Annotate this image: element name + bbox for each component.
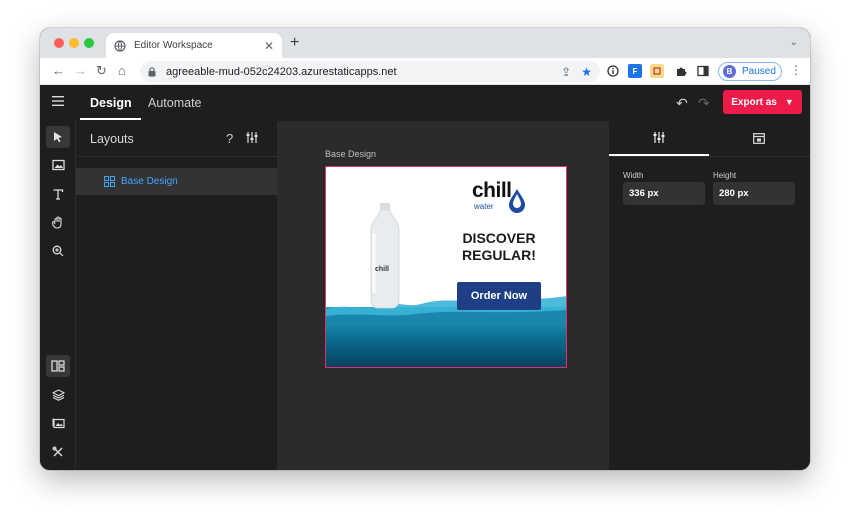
zoom-tool-icon[interactable] — [46, 240, 70, 262]
logo-text: chill — [472, 179, 512, 202]
layouts-panel-icon[interactable] — [46, 355, 70, 377]
design-label: Base Design — [325, 149, 377, 159]
width-label: Width — [623, 171, 644, 180]
tools-icon[interactable] — [46, 441, 70, 463]
water-drop-icon — [509, 189, 525, 213]
sliders-icon — [653, 132, 665, 143]
tab-automate[interactable]: Automate — [148, 96, 202, 110]
tab-bar: Editor Workspace ✕ + ⌄ — [40, 28, 810, 58]
image-tool-icon[interactable] — [46, 154, 70, 176]
minimize-window-button[interactable] — [69, 38, 79, 48]
hamburger-menu-icon[interactable] — [52, 96, 64, 106]
tab-design[interactable]: Design — [90, 96, 132, 110]
share-icon[interactable]: ⇪ — [561, 65, 571, 79]
bottle-image — [370, 203, 400, 309]
avatar: B — [723, 65, 736, 78]
tab-title: Editor Workspace — [134, 40, 213, 51]
browser-window: Editor Workspace ✕ + ⌄ ← → ↻ ⌂ agreeable… — [40, 28, 810, 470]
height-field[interactable]: 280 px — [713, 182, 795, 205]
redo-icon[interactable]: ↷ — [698, 95, 710, 112]
sliders-icon[interactable] — [246, 131, 258, 144]
divider — [609, 156, 810, 157]
globe-icon — [114, 39, 126, 52]
chevron-down-icon: ▼ — [784, 97, 794, 107]
extension-info-icon[interactable] — [606, 64, 620, 78]
lock-icon — [148, 66, 156, 76]
tool-rail — [40, 121, 76, 470]
chevron-down-icon[interactable]: ⌄ — [790, 37, 798, 48]
maximize-window-button[interactable] — [84, 38, 94, 48]
tab-close-icon[interactable]: ✕ — [264, 39, 274, 53]
active-tab-indicator — [80, 118, 141, 120]
sidepanel-icon[interactable] — [696, 64, 710, 78]
more-menu-icon[interactable]: ⋮ — [790, 63, 802, 77]
headline-line2: REGULAR! — [462, 247, 536, 263]
layouts-panel: Layouts ? Base Design — [76, 121, 278, 470]
design-canvas: Base Design chill chill water DISCOVER R… — [278, 121, 609, 470]
layout-item-base-design[interactable]: Base Design — [76, 168, 278, 195]
profile-status: Paused — [742, 66, 776, 77]
new-tab-button[interactable]: + — [290, 34, 299, 52]
browser-tab[interactable]: Editor Workspace ✕ — [106, 33, 282, 58]
properties-panel: Width 336 px Height 280 px — [609, 121, 810, 470]
divider — [76, 156, 278, 157]
height-label: Height — [713, 171, 737, 180]
text-tool-icon[interactable] — [46, 183, 70, 205]
back-icon[interactable]: ← — [52, 63, 65, 78]
forward-icon[interactable]: → — [74, 63, 87, 78]
banner-headline: DISCOVER REGULAR! — [434, 230, 564, 264]
export-label: Export as — [731, 96, 777, 108]
panel-title: Layouts — [90, 132, 134, 146]
layout-icon — [104, 176, 115, 187]
editor-app: Design Automate ↶ ↷ Export as ▼ Layouts — [40, 85, 810, 470]
extension-f-icon[interactable]: F — [628, 64, 642, 78]
select-tool-icon[interactable] — [46, 126, 70, 148]
hand-tool-icon[interactable] — [46, 211, 70, 233]
extension-clip-icon[interactable] — [650, 64, 664, 78]
headline-line1: DISCOVER — [462, 230, 536, 246]
layers-icon[interactable] — [46, 384, 70, 406]
url-text: agreeable-mud-052c24203.azurestaticapps.… — [166, 65, 397, 78]
profile-button[interactable]: B Paused — [718, 62, 782, 81]
close-window-button[interactable] — [54, 38, 64, 48]
width-field[interactable]: 336 px — [623, 182, 705, 205]
puzzle-icon[interactable] — [674, 64, 688, 78]
browser-toolbar: ← → ↻ ⌂ agreeable-mud-052c24203.azuresta… — [40, 58, 810, 85]
banner-artboard[interactable]: chill chill water DISCOVER REGULAR! Orde… — [325, 166, 567, 368]
reload-icon[interactable]: ↻ — [96, 63, 107, 79]
frame-icon — [753, 133, 765, 144]
bottle-label: chill — [375, 266, 390, 273]
order-now-button[interactable]: Order Now — [457, 282, 541, 310]
tab-frame[interactable] — [709, 121, 809, 156]
export-button[interactable]: Export as ▼ — [723, 90, 802, 114]
layout-item-label: Base Design — [121, 176, 178, 187]
logo-subtext: water — [474, 202, 494, 211]
help-icon[interactable]: ? — [226, 131, 233, 146]
home-icon[interactable]: ⌂ — [118, 63, 126, 78]
bookmark-star-icon[interactable]: ★ — [581, 65, 592, 79]
address-bar[interactable]: agreeable-mud-052c24203.azurestaticapps.… — [140, 61, 600, 82]
app-header: Design Automate ↶ ↷ Export as ▼ — [40, 85, 810, 121]
tab-adjustments[interactable] — [609, 121, 709, 156]
media-library-icon[interactable] — [46, 412, 70, 434]
undo-icon[interactable]: ↶ — [676, 95, 688, 112]
